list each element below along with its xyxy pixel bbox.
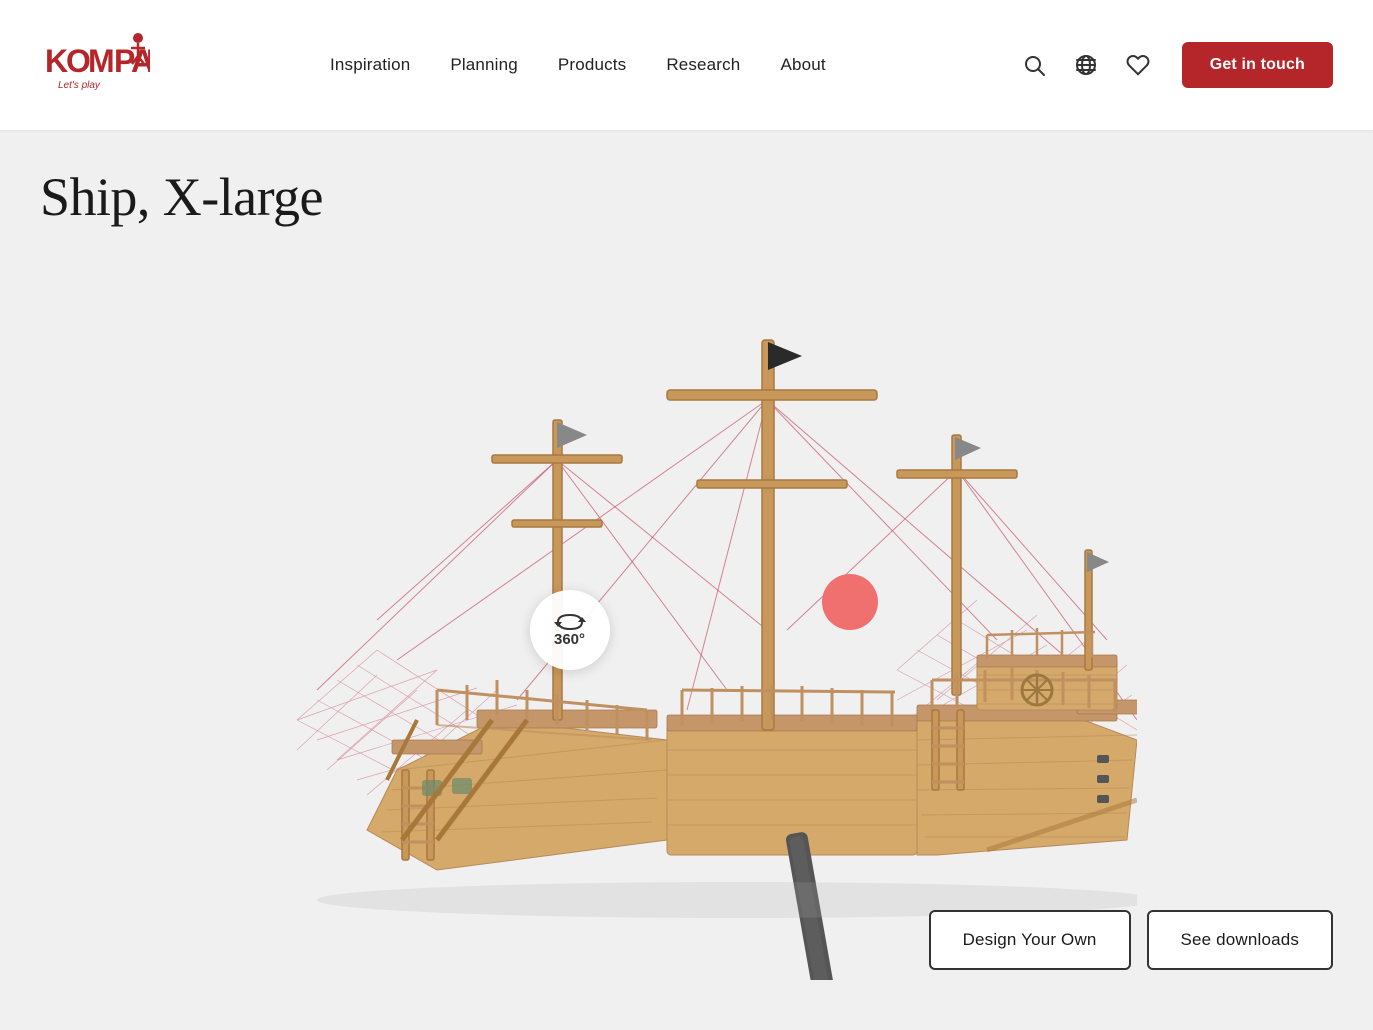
see-downloads-button[interactable]: See downloads [1147,910,1333,970]
ship-model: 360° [237,280,1137,980]
svg-text:K: K [45,43,68,79]
logo[interactable]: K O M P A N Let's play [40,30,150,100]
rotate-icon [554,612,586,632]
ship-illustration [237,280,1137,980]
get-in-touch-button[interactable]: Get in touch [1182,42,1333,88]
svg-text:Let's play: Let's play [58,80,101,91]
page-title: Ship, X-large [0,130,1373,228]
ship-viewer[interactable]: 360° [0,210,1373,1030]
site-header: K O M P A N Let's play Inspiration Plann… [0,0,1373,130]
badge-360-text: 360° [554,632,585,649]
wishlist-button[interactable] [1120,47,1156,83]
nav-item-inspiration[interactable]: Inspiration [330,55,410,75]
svg-text:M: M [88,43,115,79]
svg-text:N: N [146,43,150,79]
nav-item-about[interactable]: About [780,55,825,75]
nav-item-products[interactable]: Products [558,55,626,75]
search-button[interactable] [1016,47,1052,83]
header-icons: Get in touch [1016,42,1333,88]
nav-item-planning[interactable]: Planning [450,55,518,75]
360-badge[interactable]: 360° [530,590,610,670]
action-buttons: Design Your Own See downloads [929,910,1333,970]
globe-icon [1074,53,1098,77]
nav-item-research[interactable]: Research [666,55,740,75]
search-icon [1022,53,1046,77]
main-content: Ship, X-large [0,130,1373,1030]
kompan-logo-svg: K O M P A N Let's play [40,30,150,100]
heart-icon [1126,53,1150,77]
design-your-own-button[interactable]: Design Your Own [929,910,1131,970]
main-nav: Inspiration Planning Products Research A… [330,55,826,75]
hotspot-button[interactable] [822,574,878,630]
language-button[interactable] [1068,47,1104,83]
